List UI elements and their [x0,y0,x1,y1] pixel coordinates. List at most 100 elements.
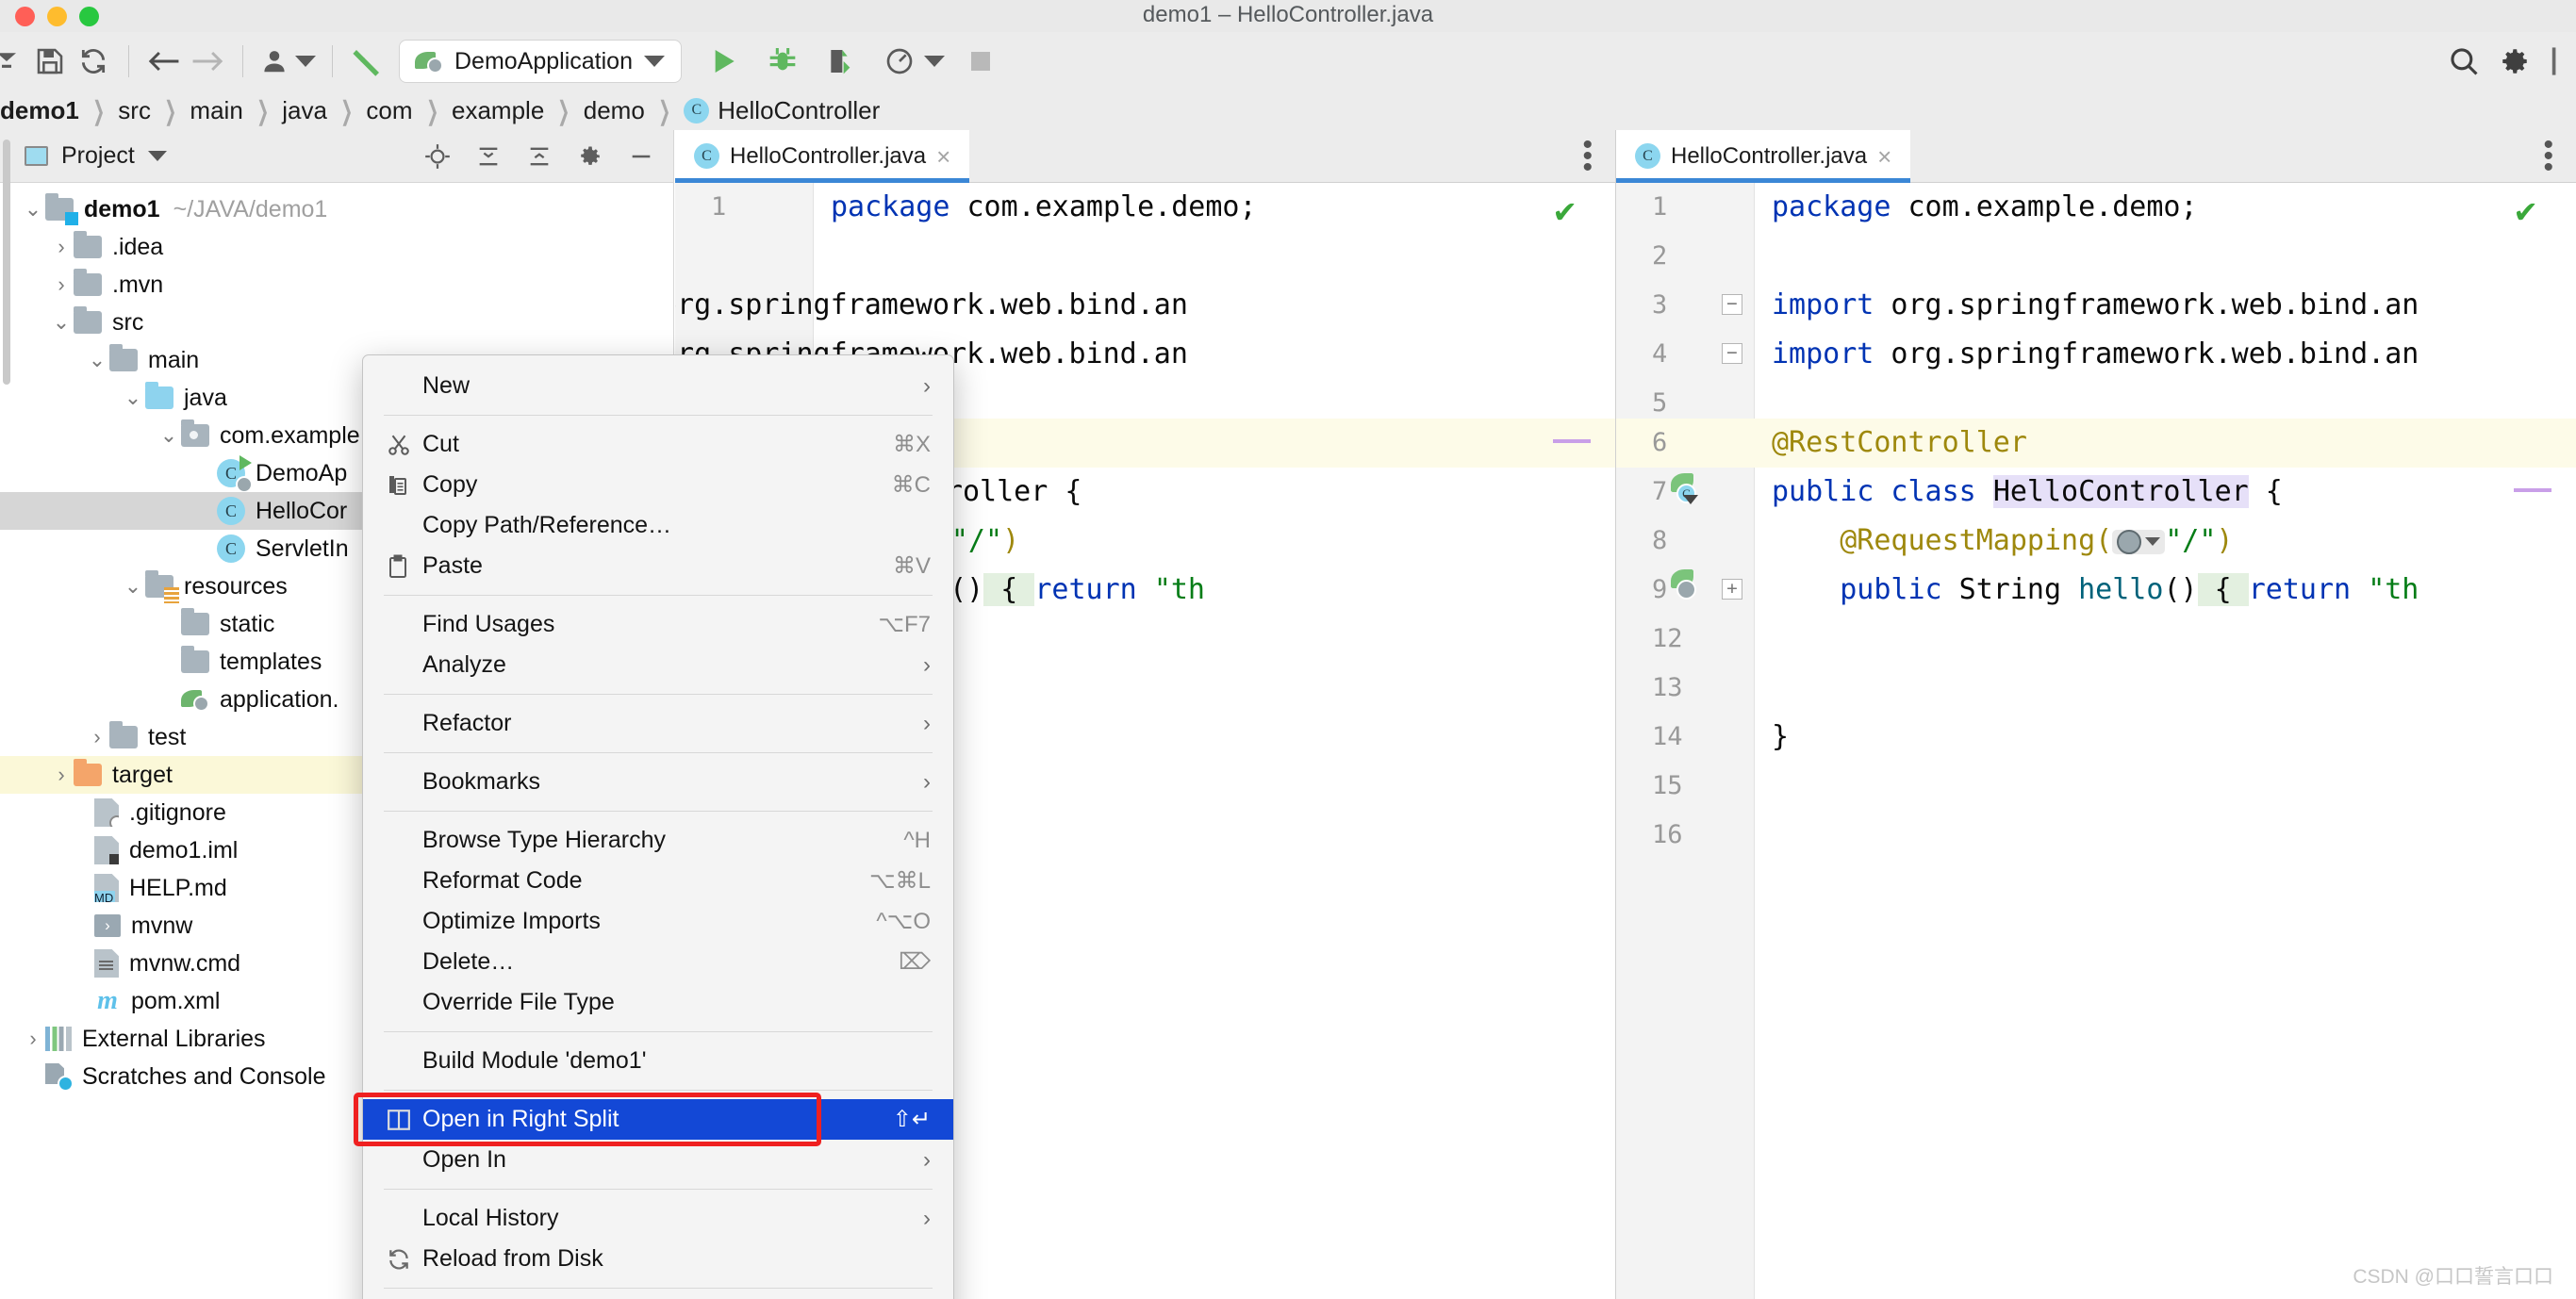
chevron-down-icon[interactable]: ⌄ [121,574,145,599]
menu-item-bookmarks[interactable]: Bookmarks › [363,762,953,802]
chevron-down-icon[interactable]: ⌄ [49,310,74,335]
breadcrumb-item-java[interactable]: java [282,96,327,125]
project-window-icon [25,146,48,166]
menu-item-local-history[interactable]: Local History › [363,1198,953,1239]
fold-icon[interactable]: − [1722,343,1742,364]
collapse-icon[interactable] [475,143,502,170]
menu-item-paste[interactable]: Paste ⌘V [363,546,953,586]
fold-icon[interactable]: + [1722,579,1742,600]
stop-icon[interactable] [959,40,1002,83]
tab-label: HelloController.java [1671,142,1868,169]
editor-options-icon[interactable]: • • • [1560,130,1615,182]
menu-item-open-in-right-split[interactable]: Open in Right Split ⇧↵ [354,1093,953,1146]
run-icon[interactable] [702,40,746,83]
coverage-icon[interactable] [819,40,863,83]
editor-options-icon[interactable]: • • • [2520,130,2576,182]
hammer-icon[interactable] [346,40,389,83]
profiler-dropdown-icon[interactable] [921,40,948,83]
class-icon: C [217,497,245,525]
menu-item-label: Open in Right Split [422,1106,619,1132]
close-icon[interactable]: × [1877,144,1891,169]
chevron-right-icon[interactable]: › [49,763,74,787]
settings-icon[interactable] [577,143,603,170]
spring-mapping-gutter-icon[interactable] [1669,569,1701,601]
chevron-down-icon[interactable]: ⌄ [21,197,45,222]
tree-node-mvn[interactable]: › .mvn [0,266,673,304]
chevron-right-icon[interactable]: › [85,725,109,749]
menu-item-optimize-imports[interactable]: Optimize Imports ^⌥O [363,901,953,942]
profiler-icon[interactable] [878,40,921,83]
breadcrumb-item-hellocontroller[interactable]: C HelloController [684,96,880,125]
tree-node-label: mvnw.cmd [129,949,241,977]
intellij-window: demo1 – HelloController.java DemoApplica… [0,0,2576,1299]
breadcrumb-item-demo1[interactable]: demo1 [0,96,79,125]
close-icon[interactable]: × [936,144,950,169]
locate-icon[interactable] [424,143,451,170]
menu-item-reformat-code[interactable]: Reformat Code ⌥⌘L [363,861,953,901]
chevron-right-icon[interactable]: › [49,272,74,297]
breadcrumb-item-example[interactable]: example [452,96,544,125]
code-area-right[interactable]: 1 2 3 4 5 6 7 8 9 12 13 14 15 16 package… [1616,183,2576,1299]
tree-node-idea[interactable]: › .idea [0,228,673,266]
class-icon: C [217,534,245,563]
toolbar-overflow-icon[interactable] [2544,40,2563,83]
menu-item-copy-path-reference[interactable]: Copy Path/Reference… [363,505,953,546]
menu-item-browse-type-hierarchy[interactable]: Browse Type Hierarchy ^H [363,820,953,861]
breadcrumb-item-demo[interactable]: demo [584,96,645,125]
menu-item-new[interactable]: New › [363,366,953,406]
menu-item-override-file-type[interactable]: Override File Type [363,982,953,1023]
menu-item-delete[interactable]: Delete… ⌦ [363,942,953,982]
debug-icon[interactable] [761,40,804,83]
menu-item-cut[interactable]: Cut ⌘X [363,424,953,465]
menu-icon[interactable] [0,40,28,83]
hide-icon[interactable] [628,143,654,170]
menu-item-open-in[interactable]: Open In › [363,1140,953,1180]
expand-icon[interactable] [526,143,553,170]
breadcrumb-item-com[interactable]: com [366,96,412,125]
chevron-down-icon[interactable]: ⌄ [157,423,181,448]
chevron-down-icon[interactable]: ⌄ [121,386,145,410]
menu-item-shortcut: ⌥⌘L [868,868,931,894]
inspection-ok-icon[interactable]: ✔ [2513,194,2538,230]
folder-icon [181,646,209,673]
menu-item-find-usages[interactable]: Find Usages ⌥F7 [363,604,953,645]
user-icon[interactable] [256,40,292,83]
menu-item-reload-from-disk[interactable]: Reload from Disk [363,1239,953,1279]
class-icon: C [684,97,710,123]
fold-icon[interactable]: − [1722,294,1742,315]
menu-item-copy[interactable]: Copy ⌘C [363,465,953,505]
code-line-7: public class HelloController { [1772,475,2283,508]
menu-item-build-module[interactable]: Build Module 'demo1' [363,1041,953,1081]
breadcrumb-separator: ❯ [425,95,438,125]
gear-icon[interactable] [2493,40,2536,83]
breadcrumb-item-main[interactable]: main [190,96,242,125]
chevron-down-icon[interactable]: ⌄ [85,348,109,372]
chevron-right-icon[interactable]: › [49,235,74,259]
chevron-down-icon[interactable] [147,151,167,161]
save-icon[interactable] [28,40,72,83]
tab-hellocontroller-right[interactable]: C HelloController.java × [1616,130,1911,183]
breadcrumb-item-src[interactable]: src [118,96,151,125]
back-icon[interactable] [142,40,186,83]
spring-bean-gutter-icon[interactable]: C [1669,473,1701,505]
spring-file-icon [181,687,209,712]
tree-node-src[interactable]: ⌄ src [0,304,673,341]
menu-item-analyze[interactable]: Analyze › [363,645,953,685]
user-dropdown-icon[interactable] [292,40,319,83]
context-menu[interactable]: New › Cut ⌘X Copy ⌘C Copy Path/Reference… [354,354,954,1299]
chevron-down-icon[interactable] [644,56,665,67]
forward-icon[interactable] [186,40,229,83]
inspection-ok-icon[interactable]: ✔ [1552,194,1577,230]
sync-icon[interactable] [72,40,115,83]
menu-item-label: Override File Type [422,989,615,1015]
menu-item-refactor[interactable]: Refactor › [363,703,953,744]
line-number: 14 [1652,722,1683,751]
caret-row-highlight [1616,419,2576,468]
tree-node-demo1[interactable]: ⌄ demo1 ~/JAVA/demo1 [0,190,673,228]
menu-separator [384,1031,933,1032]
tab-hellocontroller-left[interactable]: C HelloController.java × [675,130,970,183]
chevron-right-icon[interactable]: › [21,1027,45,1051]
search-icon[interactable] [2442,40,2485,83]
run-configuration-selector[interactable]: DemoApplication [399,40,682,83]
breadcrumb: demo1 ❯ src ❯ main ❯ java ❯ com ❯ exampl… [0,90,2576,130]
